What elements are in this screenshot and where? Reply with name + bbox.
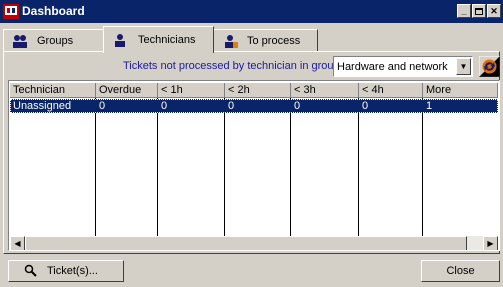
column-divider — [422, 98, 423, 240]
tab-groups[interactable]: Groups — [3, 29, 104, 51]
table-cell-more: 1 — [426, 100, 433, 112]
tab-technicians[interactable]: Technicians — [103, 26, 214, 53]
dashboard-window: Dashboard _ ✕ Groups Technicians To proc… — [0, 0, 503, 287]
column-header-technician[interactable]: Technician — [10, 83, 96, 98]
arrow-right-icon: ▶ — [487, 239, 494, 248]
table-cell-lt-2h: 0 — [228, 100, 235, 112]
close-button-label: Close — [446, 265, 475, 277]
technician-icon — [115, 34, 125, 47]
window-title: Dashboard — [22, 4, 85, 18]
tab-to-process[interactable]: To process — [213, 29, 318, 51]
technician-tickets-table[interactable]: Technician Overdue < 1h < 2h < 3h < 4h M… — [8, 80, 500, 251]
table-cell-lt-3h: 0 — [294, 100, 301, 112]
column-header-lt-4h[interactable]: < 4h — [359, 83, 423, 98]
group-filter-label: Tickets not processed by technician in g… — [123, 60, 343, 72]
scroll-left-button[interactable]: ◀ — [10, 236, 25, 250]
chevron-down-icon: ▼ — [459, 62, 468, 71]
column-header-overdue[interactable]: Overdue — [96, 83, 158, 98]
title-bar[interactable]: Dashboard _ ✕ — [0, 0, 503, 23]
maximize-button[interactable] — [472, 4, 486, 18]
tickets-button-label: Ticket(s)... — [47, 265, 98, 277]
groups-icon — [13, 34, 27, 48]
column-divider — [157, 98, 158, 240]
tab-technicians-label: Technicians — [138, 34, 196, 46]
scroll-right-button[interactable]: ▶ — [483, 236, 498, 250]
tab-to-process-label: To process — [247, 34, 301, 47]
table-cell-lt-1h: 0 — [161, 100, 168, 112]
table-cell-overdue: 0 — [99, 100, 106, 112]
column-header-more[interactable]: More — [423, 83, 498, 98]
close-window-button[interactable]: ✕ — [487, 4, 501, 18]
column-divider — [224, 98, 225, 240]
column-header-lt-1h[interactable]: < 1h — [158, 83, 225, 98]
close-button[interactable]: Close — [421, 260, 500, 282]
tickets-button[interactable]: Ticket(s)... — [8, 260, 124, 282]
minimize-button[interactable]: _ — [457, 4, 471, 18]
table-cell-lt-4h: 0 — [362, 100, 369, 112]
column-header-lt-3h[interactable]: < 3h — [291, 83, 359, 98]
app-icon — [3, 4, 19, 19]
column-header-lt-2h[interactable]: < 2h — [225, 83, 291, 98]
horizontal-scrollbar[interactable]: ◀ ▶ — [10, 236, 498, 250]
close-icon: ✕ — [490, 5, 498, 16]
column-divider — [358, 98, 359, 240]
group-select-value: Hardware and network — [337, 61, 448, 73]
maximize-icon — [475, 7, 483, 15]
magnifier-icon — [24, 264, 37, 277]
table-cell-technician: Unassigned — [13, 100, 72, 112]
column-divider — [290, 98, 291, 240]
refresh-button[interactable] — [479, 56, 500, 77]
group-select-dropdown-button[interactable]: ▼ — [456, 58, 471, 75]
column-divider — [95, 98, 96, 240]
arrow-left-icon: ◀ — [14, 239, 21, 248]
group-select[interactable]: Hardware and network ▼ — [333, 56, 473, 77]
scroll-thumb[interactable] — [25, 236, 467, 250]
to-process-icon — [225, 34, 238, 48]
minimize-icon: _ — [461, 5, 467, 16]
tab-groups-label: Groups — [37, 34, 74, 47]
